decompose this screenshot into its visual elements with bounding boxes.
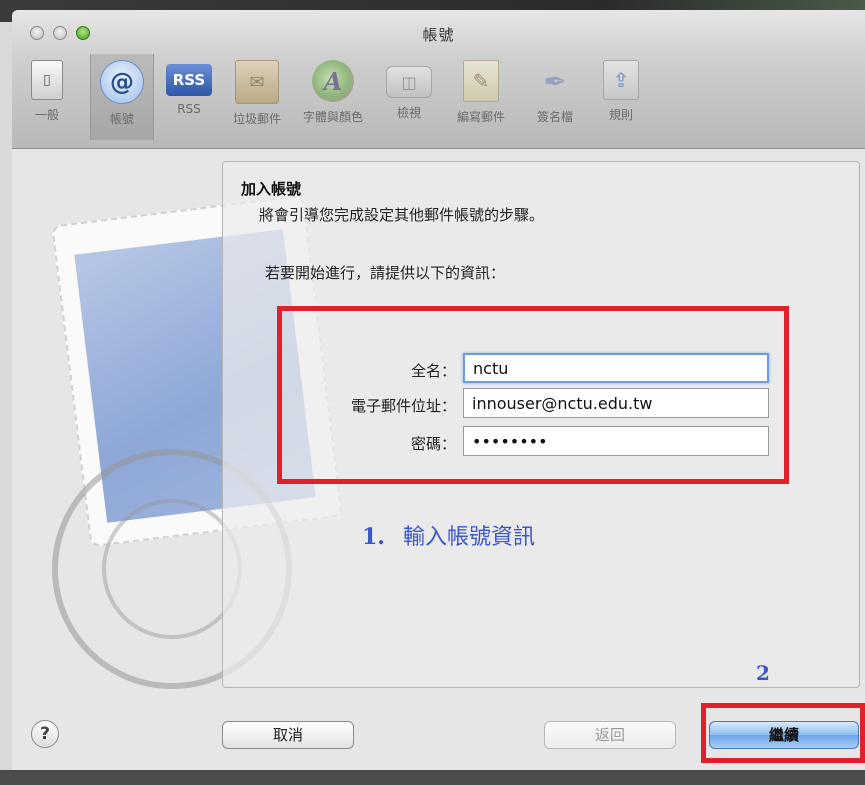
fonts-colors-icon: A: [312, 60, 354, 102]
cancel-button[interactable]: 取消: [222, 721, 354, 749]
composing-icon: ✎: [463, 60, 499, 102]
toolbar-label: RSS: [177, 102, 201, 116]
toolbar-item-rules[interactable]: ⇪ 規則: [590, 54, 652, 142]
step1-annotation: 1. 輸入帳號資訊: [362, 519, 535, 551]
toolbar-label: 一般: [34, 108, 59, 122]
toolbar-item-rss[interactable]: RSS RSS: [158, 54, 220, 142]
toolbar-label: 字體與顏色: [302, 110, 363, 124]
window-title: 帳號: [422, 26, 455, 44]
rules-icon: ⇪: [603, 60, 639, 100]
toolbar-item-composing[interactable]: ✎ 編寫郵件: [450, 54, 512, 142]
step1-number: 1.: [362, 524, 385, 550]
title-bar: 帳號 ▯ 一般 @ 帳號 RSS RSS ✉ 垃圾郵件 A 字體與顏色 ◫ 檢視…: [12, 10, 865, 149]
panel-subtitle: 將會引導您完成設定其他郵件帳號的步驟。: [259, 206, 545, 224]
help-button[interactable]: ?: [31, 720, 59, 748]
toolbar-label: 簽名檔: [536, 110, 573, 124]
toolbar-item-junk-mail[interactable]: ✉ 垃圾郵件: [226, 54, 288, 142]
toolbar-item-viewing[interactable]: ◫ 檢視: [378, 54, 440, 142]
continue-highlight: [701, 703, 865, 763]
toolbar-label: 編寫郵件: [456, 110, 505, 124]
toolbar-item-general[interactable]: ▯ 一般: [16, 54, 78, 142]
postmark-inner-ring: [102, 499, 242, 639]
panel-instruction: 若要開始進行，請提供以下的資訊：: [265, 264, 506, 282]
rss-icon: RSS: [166, 64, 212, 96]
panel-title: 加入帳號: [241, 180, 302, 198]
toolbar-item-signatures[interactable]: ✒ 簽名檔: [524, 54, 586, 142]
toolbar-item-fonts-colors[interactable]: A 字體與顏色: [302, 54, 364, 142]
junk-mail-icon: ✉: [235, 60, 279, 104]
toolbar-label: 規則: [608, 108, 633, 122]
general-icon: ▯: [31, 60, 63, 100]
step2-annotation: 2: [756, 661, 770, 685]
viewing-icon: ◫: [386, 66, 432, 98]
step1-text: 輸入帳號資訊: [402, 525, 535, 550]
accounts-icon: @: [100, 60, 144, 104]
back-button[interactable]: 返回: [544, 721, 676, 749]
toolbar-label: 垃圾郵件: [232, 112, 281, 126]
toolbar-label: 帳號: [109, 112, 134, 126]
toolbar-item-accounts[interactable]: @ 帳號: [90, 54, 154, 140]
preferences-toolbar: ▯ 一般 @ 帳號 RSS RSS ✉ 垃圾郵件 A 字體與顏色 ◫ 檢視 ✎ …: [12, 54, 865, 146]
signatures-icon: ✒: [543, 64, 567, 98]
account-info-highlight: [277, 306, 789, 484]
bottom-edge: [0, 770, 865, 785]
toolbar-label: 檢視: [396, 106, 421, 120]
